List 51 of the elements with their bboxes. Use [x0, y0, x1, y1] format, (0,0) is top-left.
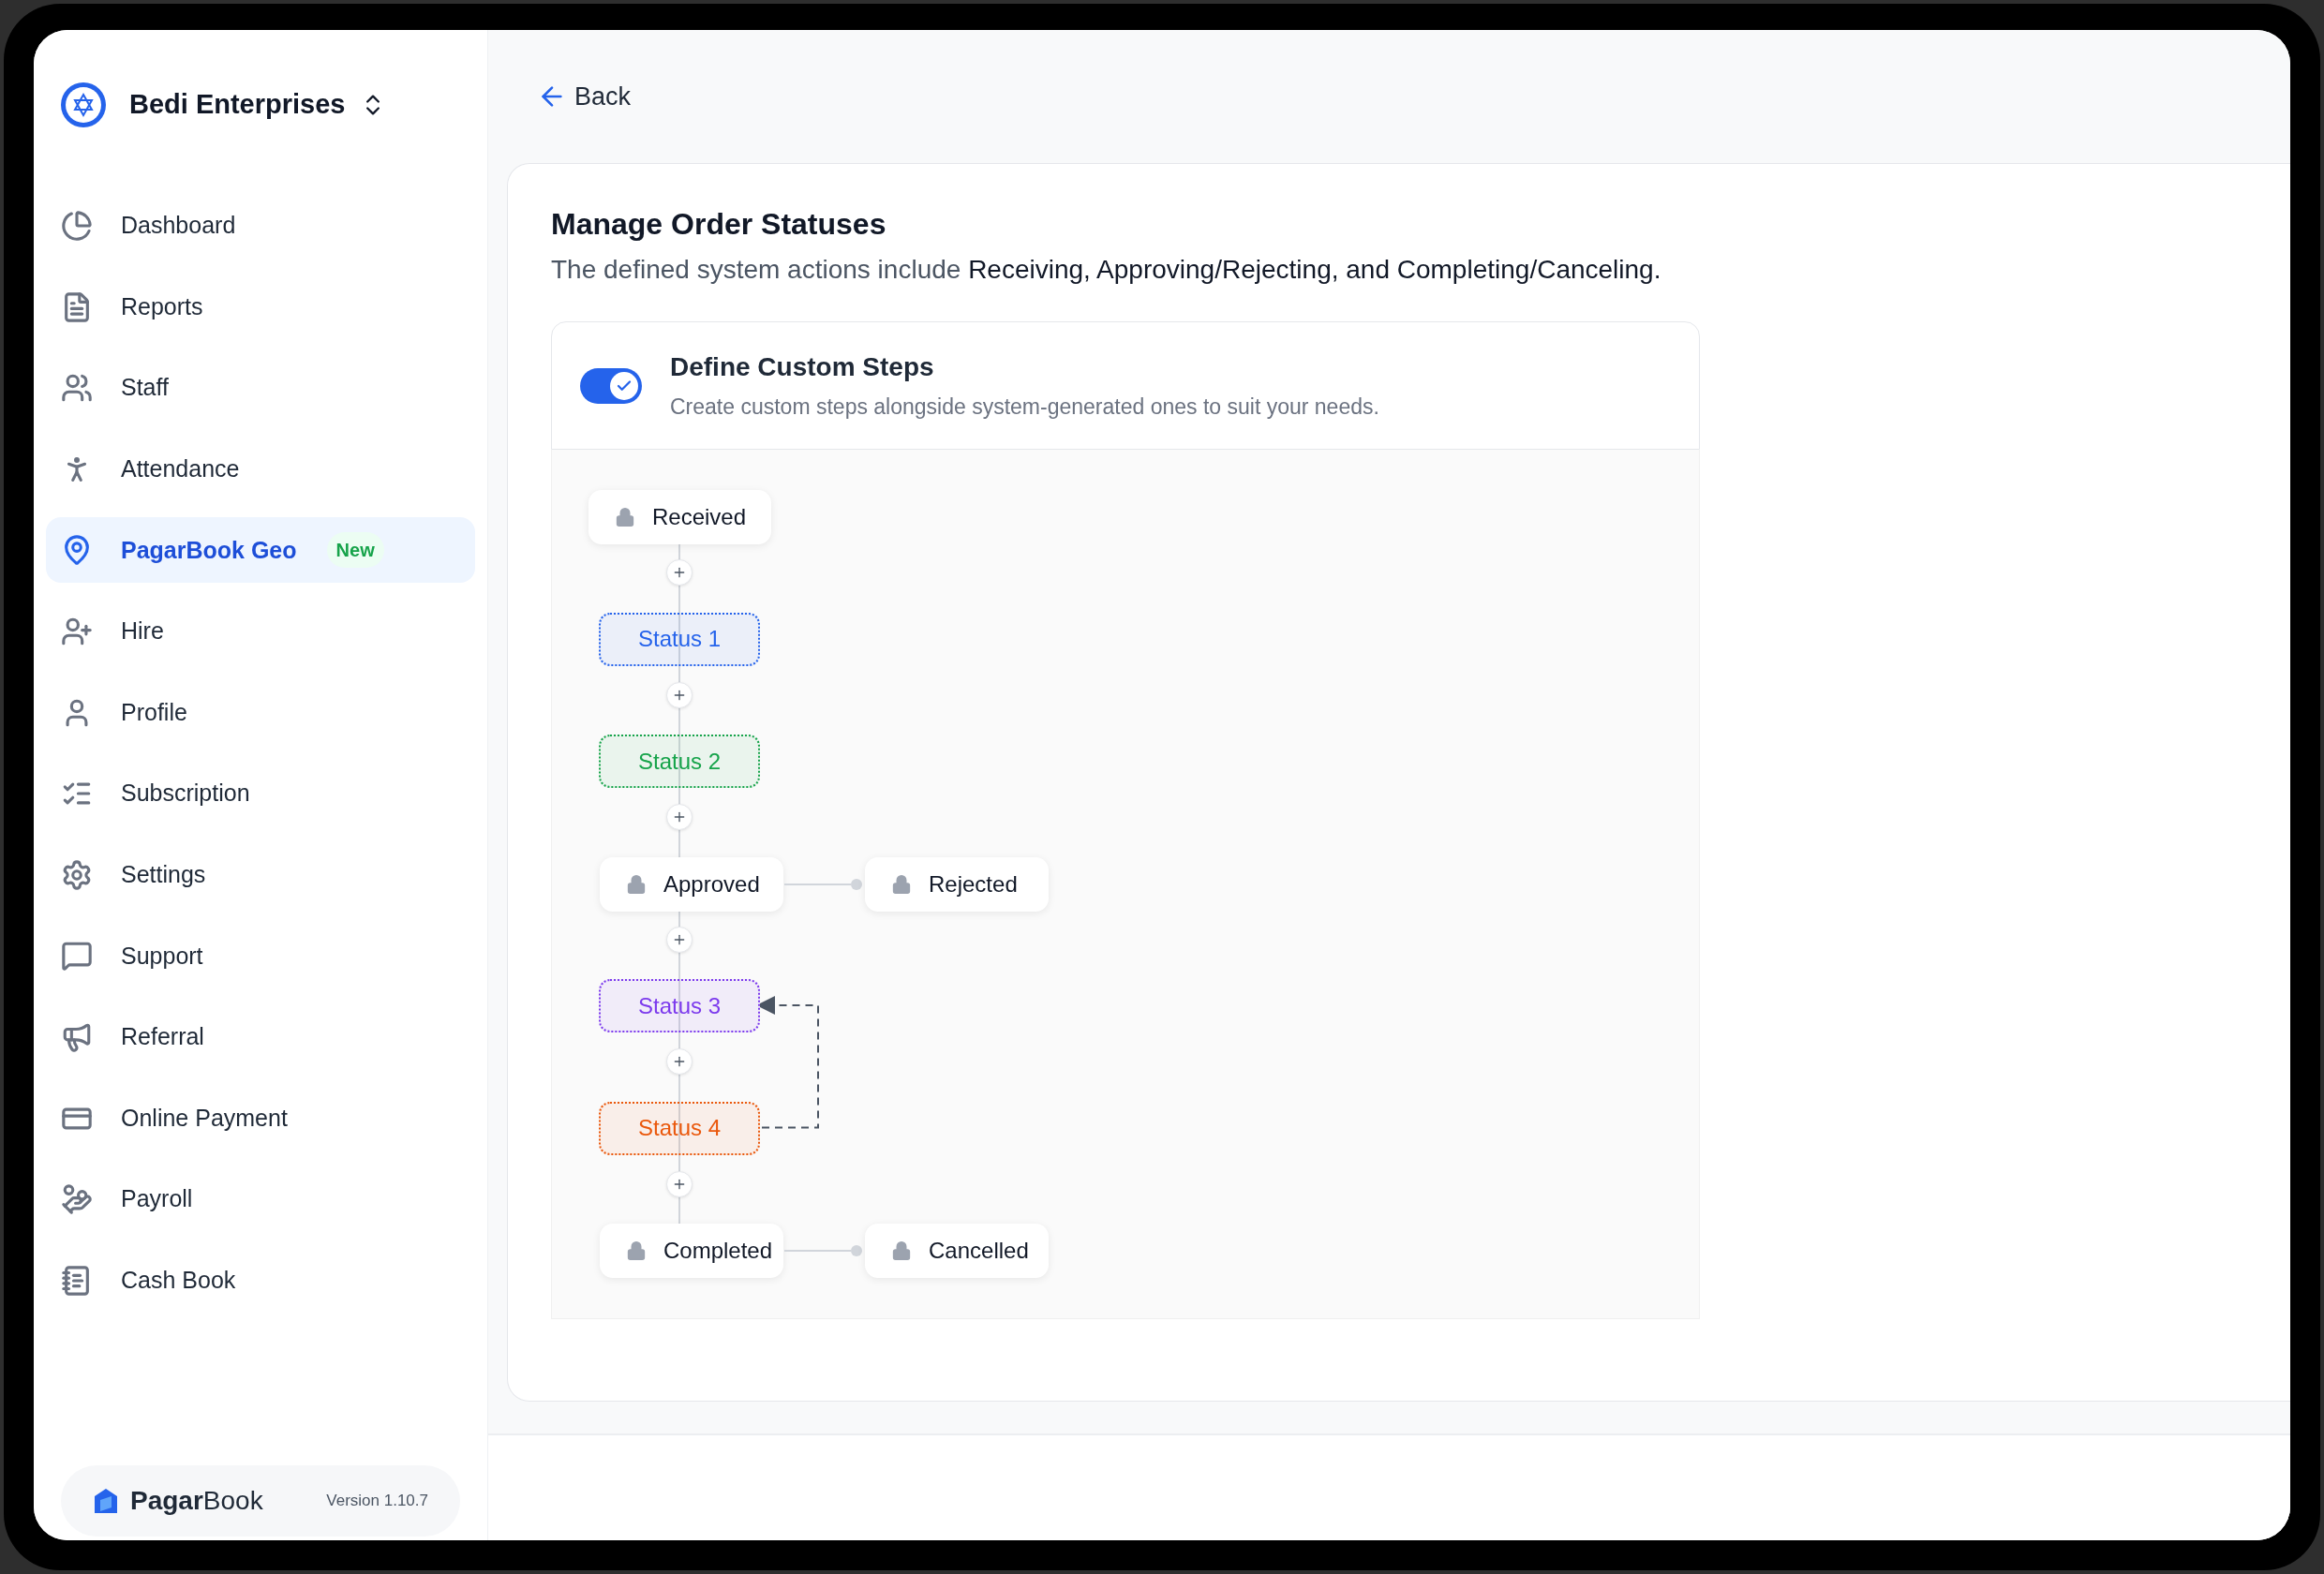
add-step-button[interactable] — [666, 926, 693, 953]
system-step: Completed — [600, 1224, 783, 1278]
chat-bubble-icon — [61, 940, 93, 973]
hand-coins-icon — [61, 1183, 93, 1216]
add-step-button[interactable] — [666, 1170, 693, 1197]
pie-chart-icon — [61, 210, 93, 242]
sidebar-item[interactable]: Profile — [46, 679, 475, 746]
custom-steps-title: Define Custom Steps — [670, 351, 935, 384]
card-title: Manage Order Statuses — [551, 206, 887, 243]
add-step-button[interactable] — [666, 1048, 693, 1075]
new-badge: New — [326, 532, 384, 569]
system-step: Approved — [600, 856, 783, 912]
sidebar-item[interactable]: Support — [46, 923, 475, 989]
org-name: Bedi Enterprises — [129, 88, 346, 122]
sidebar-item[interactable]: Dashboard — [46, 193, 475, 259]
lock-icon — [626, 873, 647, 895]
sidebar-item[interactable]: Reports — [46, 274, 475, 340]
add-step-button[interactable] — [666, 559, 693, 586]
logo-icon — [93, 1487, 119, 1515]
sidebar-item[interactable]: Subscription — [46, 761, 475, 827]
add-step-button[interactable] — [666, 804, 693, 830]
sidebar-item[interactable]: PagarBook Geo New — [46, 517, 475, 584]
toggle-switch[interactable] — [580, 367, 642, 404]
sidebar-item[interactable]: Payroll — [46, 1166, 475, 1233]
system-step: Cancelled — [865, 1224, 1049, 1278]
custom-step[interactable]: Status 1 — [599, 612, 760, 666]
plus-icon — [672, 565, 687, 580]
custom-steps-subtitle: Create custom steps alongside system-generated ones to suit your needs. — [670, 394, 1379, 422]
sidebar-item[interactable]: Settings — [46, 841, 475, 908]
back-link[interactable]: Back — [537, 78, 632, 116]
brand-name: PagarBook — [130, 1485, 263, 1517]
sidebar-item[interactable]: Staff — [46, 355, 475, 422]
sidebar-item[interactable]: Hire — [46, 598, 475, 664]
sidebar-item[interactable]: Online Payment — [46, 1085, 475, 1151]
lock-icon — [626, 1240, 647, 1261]
plus-icon — [672, 809, 687, 824]
lock-icon — [615, 507, 635, 527]
add-step-button[interactable] — [666, 681, 693, 708]
sidebar-item[interactable]: Attendance — [46, 436, 475, 502]
sidebar-item[interactable]: Cash Book — [46, 1247, 475, 1314]
version-text: Version 1.10.7 — [326, 1491, 428, 1512]
lock-icon — [891, 1240, 912, 1261]
lock-icon — [891, 873, 912, 895]
avatar-icon — [60, 82, 107, 128]
settings-icon — [61, 858, 93, 891]
plus-icon — [672, 1054, 687, 1069]
card-description: The defined system actions include Receiving, Approving/Rejecting, and Completing/Canceling. — [551, 254, 1662, 286]
custom-step[interactable]: Status 3 — [599, 979, 760, 1032]
sidebar-item[interactable]: Referral — [46, 1003, 475, 1070]
system-step: Received — [588, 490, 771, 544]
system-step: Rejected — [865, 856, 1049, 912]
